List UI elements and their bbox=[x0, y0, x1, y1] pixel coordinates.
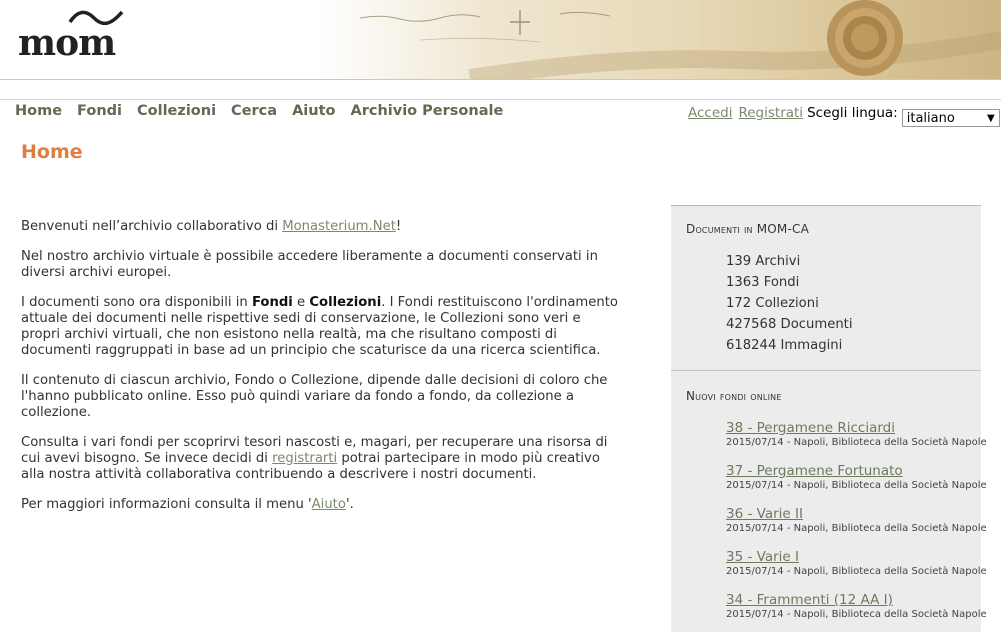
aiuto-link[interactable]: Aiuto bbox=[312, 497, 346, 512]
fondo-meta: 2015/07/14 - Napoli, Biblioteca della So… bbox=[726, 480, 986, 491]
list-item: 38 - Pergamene Ricciardi 2015/07/14 - Na… bbox=[726, 420, 986, 448]
logo-text: mom bbox=[18, 22, 116, 64]
language-select[interactable]: italiano ▼ bbox=[901, 109, 1000, 127]
language-label: Scegli lingua: bbox=[807, 105, 898, 121]
sidebar: Documenti in MOM-CA 139 Archivi 1363 Fon… bbox=[671, 205, 986, 632]
fondo-link[interactable]: 36 - Varie II bbox=[726, 506, 986, 522]
register-link[interactable]: Registrati bbox=[738, 105, 803, 121]
fondo-link[interactable]: 38 - Pergamene Ricciardi bbox=[726, 420, 986, 436]
sidebar-divider bbox=[671, 370, 981, 371]
list-item: 36 - Varie II 2015/07/14 - Napoli, Bibli… bbox=[726, 506, 986, 534]
chevron-down-icon: ▼ bbox=[987, 112, 995, 124]
registrarti-link[interactable]: registrarti bbox=[272, 451, 337, 466]
parchment-banner bbox=[320, 0, 1001, 80]
docs-section: Documenti in MOM-CA bbox=[686, 222, 996, 236]
content-paragraph: Il contenuto di ciascun archivio, Fondo … bbox=[21, 373, 608, 420]
fondo-meta: 2015/07/14 - Napoli, Biblioteca della So… bbox=[726, 523, 986, 534]
stats-list: 139 Archivi 1363 Fondi 172 Collezioni 42… bbox=[726, 251, 853, 356]
stat-archivi: 139 Archivi bbox=[726, 254, 801, 269]
docs-heading: Documenti in MOM-CA bbox=[686, 222, 810, 236]
nav-fondi[interactable]: Fondi bbox=[77, 103, 122, 119]
fondo-meta: 2015/07/14 - Napoli, Biblioteca della So… bbox=[726, 566, 986, 577]
help-paragraph: Per maggiori informazioni consulta il me… bbox=[21, 497, 354, 512]
fondo-meta: 2015/07/14 - Napoli, Biblioteca della So… bbox=[726, 437, 986, 448]
nav-home[interactable]: Home bbox=[15, 103, 62, 119]
new-fondi-section: Nuovi fondi online bbox=[686, 389, 996, 403]
nav-archivio-personale[interactable]: Archivio Personale bbox=[350, 103, 503, 119]
mom-logo[interactable]: mom bbox=[18, 8, 143, 68]
intro-paragraph: Benvenuti nell’archivio collaborativo di… bbox=[21, 219, 402, 234]
nav-cerca[interactable]: Cerca bbox=[231, 103, 277, 119]
site-header: mom bbox=[0, 0, 1001, 80]
header-divider bbox=[0, 79, 1001, 80]
stat-fondi: 1363 Fondi bbox=[726, 275, 800, 290]
nav-collezioni[interactable]: Collezioni bbox=[137, 103, 216, 119]
page-title: Home bbox=[21, 141, 83, 163]
list-item: 34 - Frammenti (12 AA I) 2015/07/14 - Na… bbox=[726, 592, 986, 620]
monasterium-link[interactable]: Monasterium.Net bbox=[282, 219, 396, 234]
fondo-link[interactable]: 37 - Pergamene Fortunato bbox=[726, 463, 986, 479]
language-value: italiano bbox=[906, 110, 955, 126]
fondo-link[interactable]: 35 - Varie I bbox=[726, 549, 986, 565]
main-content: Benvenuti nell’archivio collaborativo di… bbox=[21, 219, 621, 527]
stat-documenti: 427568 Documenti bbox=[726, 317, 853, 332]
stat-immagini: 618244 Immagini bbox=[726, 338, 843, 353]
fondo-meta: 2015/07/14 - Napoli, Biblioteca della So… bbox=[726, 609, 986, 620]
fondo-link[interactable]: 34 - Frammenti (12 AA I) bbox=[726, 592, 986, 608]
new-fondi-heading: Nuovi fondi online bbox=[686, 389, 782, 403]
archive-paragraph: Nel nostro archivio virtuale è possibile… bbox=[21, 249, 598, 280]
fondi-collezioni-paragraph: I documenti sono ora disponibili in Fond… bbox=[21, 295, 618, 358]
stat-collezioni: 172 Collezioni bbox=[726, 296, 819, 311]
nav-aiuto[interactable]: Aiuto bbox=[292, 103, 335, 119]
list-item: 37 - Pergamene Fortunato 2015/07/14 - Na… bbox=[726, 463, 986, 491]
user-links: Accedi Registrati Scegli lingua: italian… bbox=[688, 99, 1000, 127]
register-paragraph: Consulta i vari fondi per scoprirvi teso… bbox=[21, 435, 608, 482]
list-item: 35 - Varie I 2015/07/14 - Napoli, Biblio… bbox=[726, 549, 986, 577]
parchment-seal-image bbox=[359, 0, 1001, 80]
login-link[interactable]: Accedi bbox=[688, 105, 732, 121]
main-nav: Home Fondi Collezioni Cerca Aiuto Archiv… bbox=[15, 103, 518, 119]
